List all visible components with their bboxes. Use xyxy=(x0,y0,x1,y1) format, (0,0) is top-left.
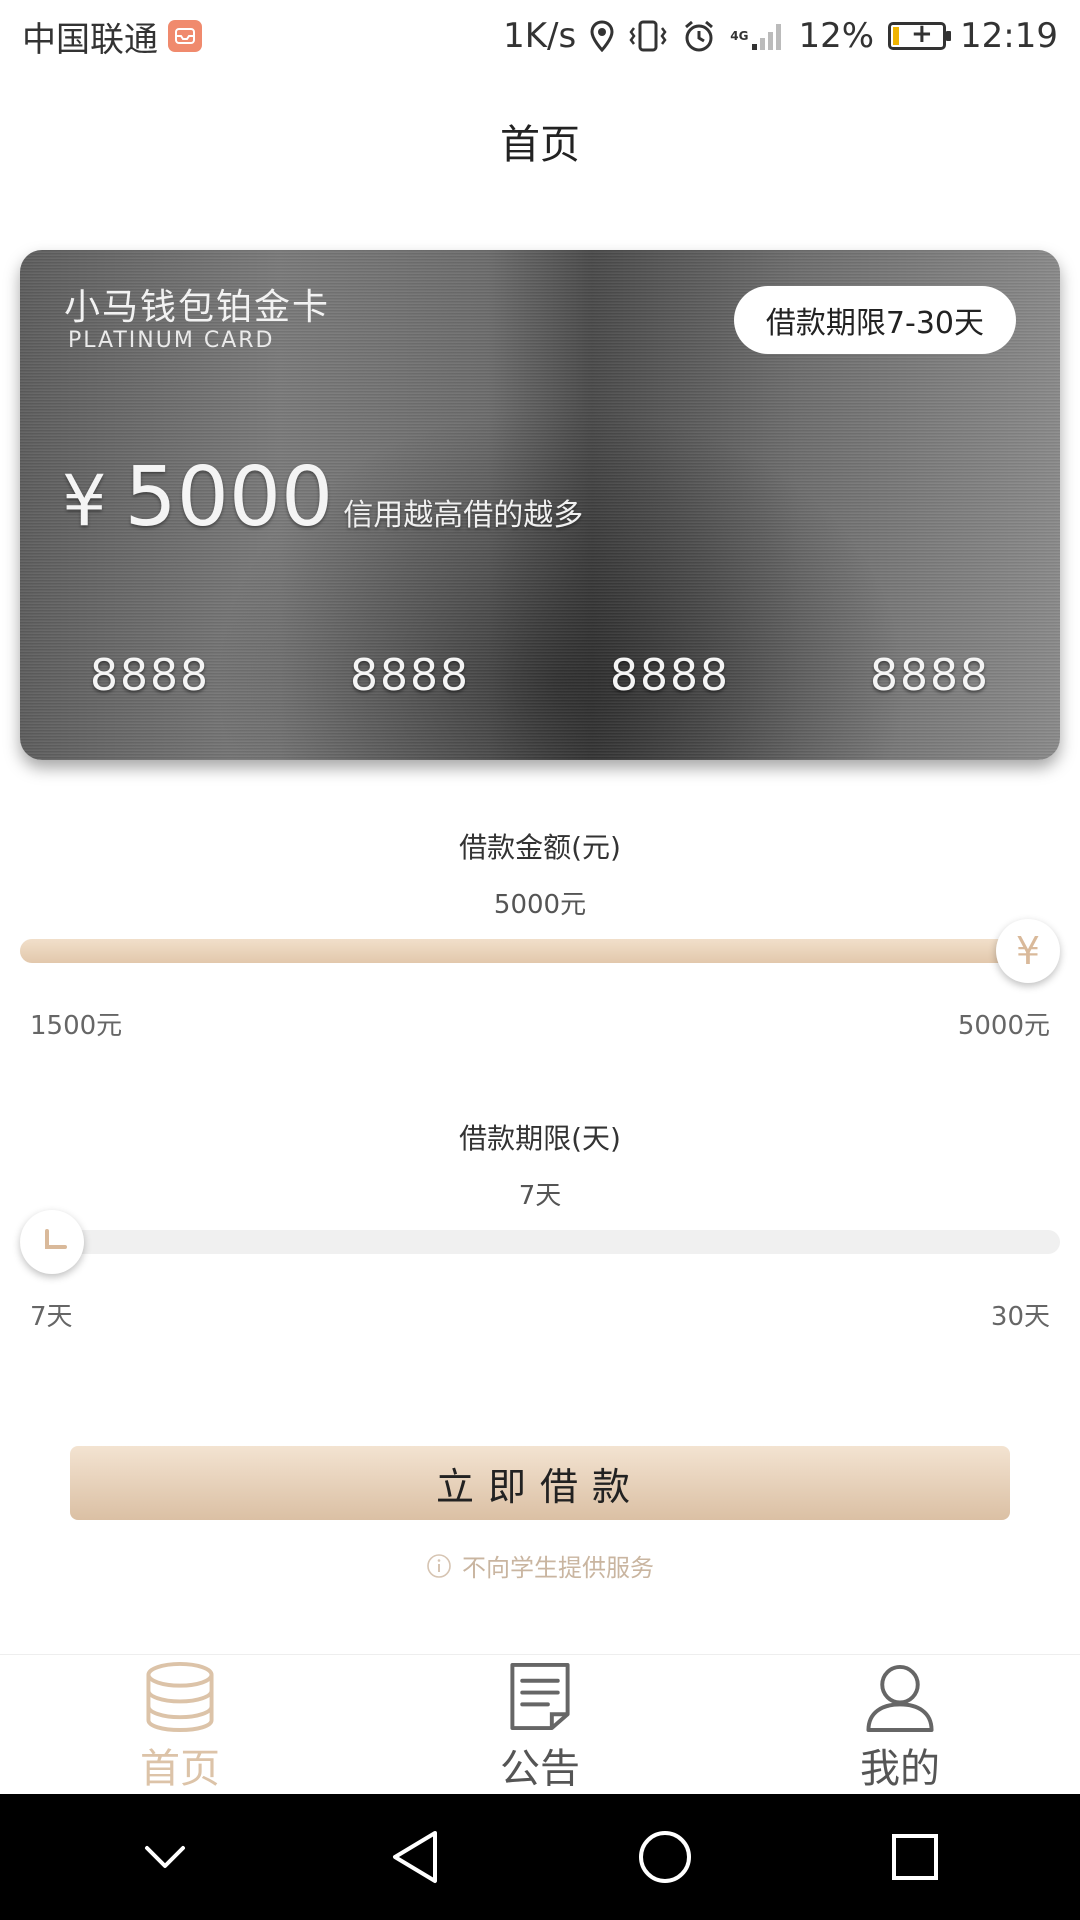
student-notice-text: 不向学生提供服务 xyxy=(462,1554,654,1582)
amount-slider[interactable]: ¥ xyxy=(20,919,1060,983)
amount-slider-thumb[interactable]: ¥ xyxy=(996,919,1060,983)
clock-hand-icon xyxy=(45,1229,67,1249)
status-bar-left: 中国联通 xyxy=(22,12,202,61)
card-name: 小马钱包铂金卡 xyxy=(64,287,331,328)
status-bar: 中国联通 1K/s 4G 12% + 12:19 xyxy=(0,0,1080,72)
term-slider[interactable] xyxy=(20,1210,1060,1274)
clock: 12:19 xyxy=(960,16,1058,56)
term-label: 借款期限(天) xyxy=(459,1122,621,1155)
bottom-tab-bar: 首页 公告 我的 xyxy=(0,1654,1080,1794)
notification-icon xyxy=(168,20,202,52)
amount-label: 借款金额(元) xyxy=(459,831,621,864)
card-amount-row: ¥ 5000 信用越高借的越多 xyxy=(62,450,583,545)
tab-announcements[interactable]: 公告 xyxy=(390,1655,690,1794)
card-amount: 5000 xyxy=(124,450,334,545)
amount-slider-fill xyxy=(20,939,1028,963)
nav-collapse-button[interactable] xyxy=(120,1812,210,1902)
recents-square-icon xyxy=(892,1834,938,1880)
tab-announcements-label: 公告 xyxy=(500,1746,580,1792)
user-icon xyxy=(866,1664,934,1732)
coins-stack-icon xyxy=(146,1661,214,1732)
nav-home-button[interactable] xyxy=(620,1812,710,1902)
card-numbers: 8888 8888 8888 8888 xyxy=(20,650,1060,701)
card-number-group: 8888 xyxy=(90,650,210,701)
card-number-group: 8888 xyxy=(350,650,470,701)
card-subtitle: PLATINUM CARD xyxy=(68,328,275,353)
tab-profile[interactable]: 我的 xyxy=(750,1655,1050,1794)
carrier-name: 中国联通 xyxy=(22,19,158,60)
nav-back-button[interactable] xyxy=(370,1812,460,1902)
card-number-group: 8888 xyxy=(870,650,990,701)
student-notice: 不向学生提供服务 xyxy=(0,1548,1080,1583)
platinum-card: 小马钱包铂金卡 PLATINUM CARD 借款期限7-30天 ¥ 5000 信… xyxy=(20,250,1060,760)
document-icon xyxy=(510,1662,570,1731)
card-slogan: 信用越高借的越多 xyxy=(343,498,584,533)
amount-min-label: 1500元 xyxy=(30,1011,123,1041)
signal-type: 4G xyxy=(730,29,749,43)
nav-recents-button[interactable] xyxy=(870,1812,960,1902)
term-slider-thumb[interactable] xyxy=(20,1210,84,1274)
battery-icon: + xyxy=(888,19,952,50)
tab-home[interactable]: 首页 xyxy=(30,1655,330,1794)
net-speed: 1K/s xyxy=(503,16,577,56)
term-max-label: 30天 xyxy=(990,1302,1050,1332)
term-min-label: 7天 xyxy=(30,1302,73,1332)
vibrate-icon xyxy=(628,20,668,52)
system-nav-bar xyxy=(0,1794,1080,1920)
amount-max-label: 5000元 xyxy=(957,1011,1050,1041)
term-value: 7天 xyxy=(518,1181,562,1211)
tab-home-label: 首页 xyxy=(140,1746,220,1792)
home-circle-icon xyxy=(639,1831,691,1883)
location-icon xyxy=(590,20,614,52)
info-icon xyxy=(427,1553,451,1578)
chevron-down-icon xyxy=(145,1846,185,1868)
battery-percent: 12% xyxy=(798,16,875,56)
back-triangle-icon xyxy=(393,1831,437,1883)
tab-profile-label: 我的 xyxy=(860,1746,940,1792)
currency-symbol: ¥ xyxy=(62,460,107,542)
amount-value: 5000元 xyxy=(493,890,587,920)
card-number-group: 8888 xyxy=(610,650,730,701)
alarm-icon xyxy=(682,19,716,53)
signal-icon: 4G xyxy=(730,20,784,52)
yen-icon: ¥ xyxy=(1015,929,1041,973)
page-title: 首页 xyxy=(500,122,580,168)
term-badge: 借款期限7-30天 xyxy=(733,286,1016,354)
borrow-now-button[interactable]: 立即借款 xyxy=(70,1446,1010,1520)
status-bar-right: 1K/s 4G 12% + 12:19 xyxy=(503,16,1058,56)
